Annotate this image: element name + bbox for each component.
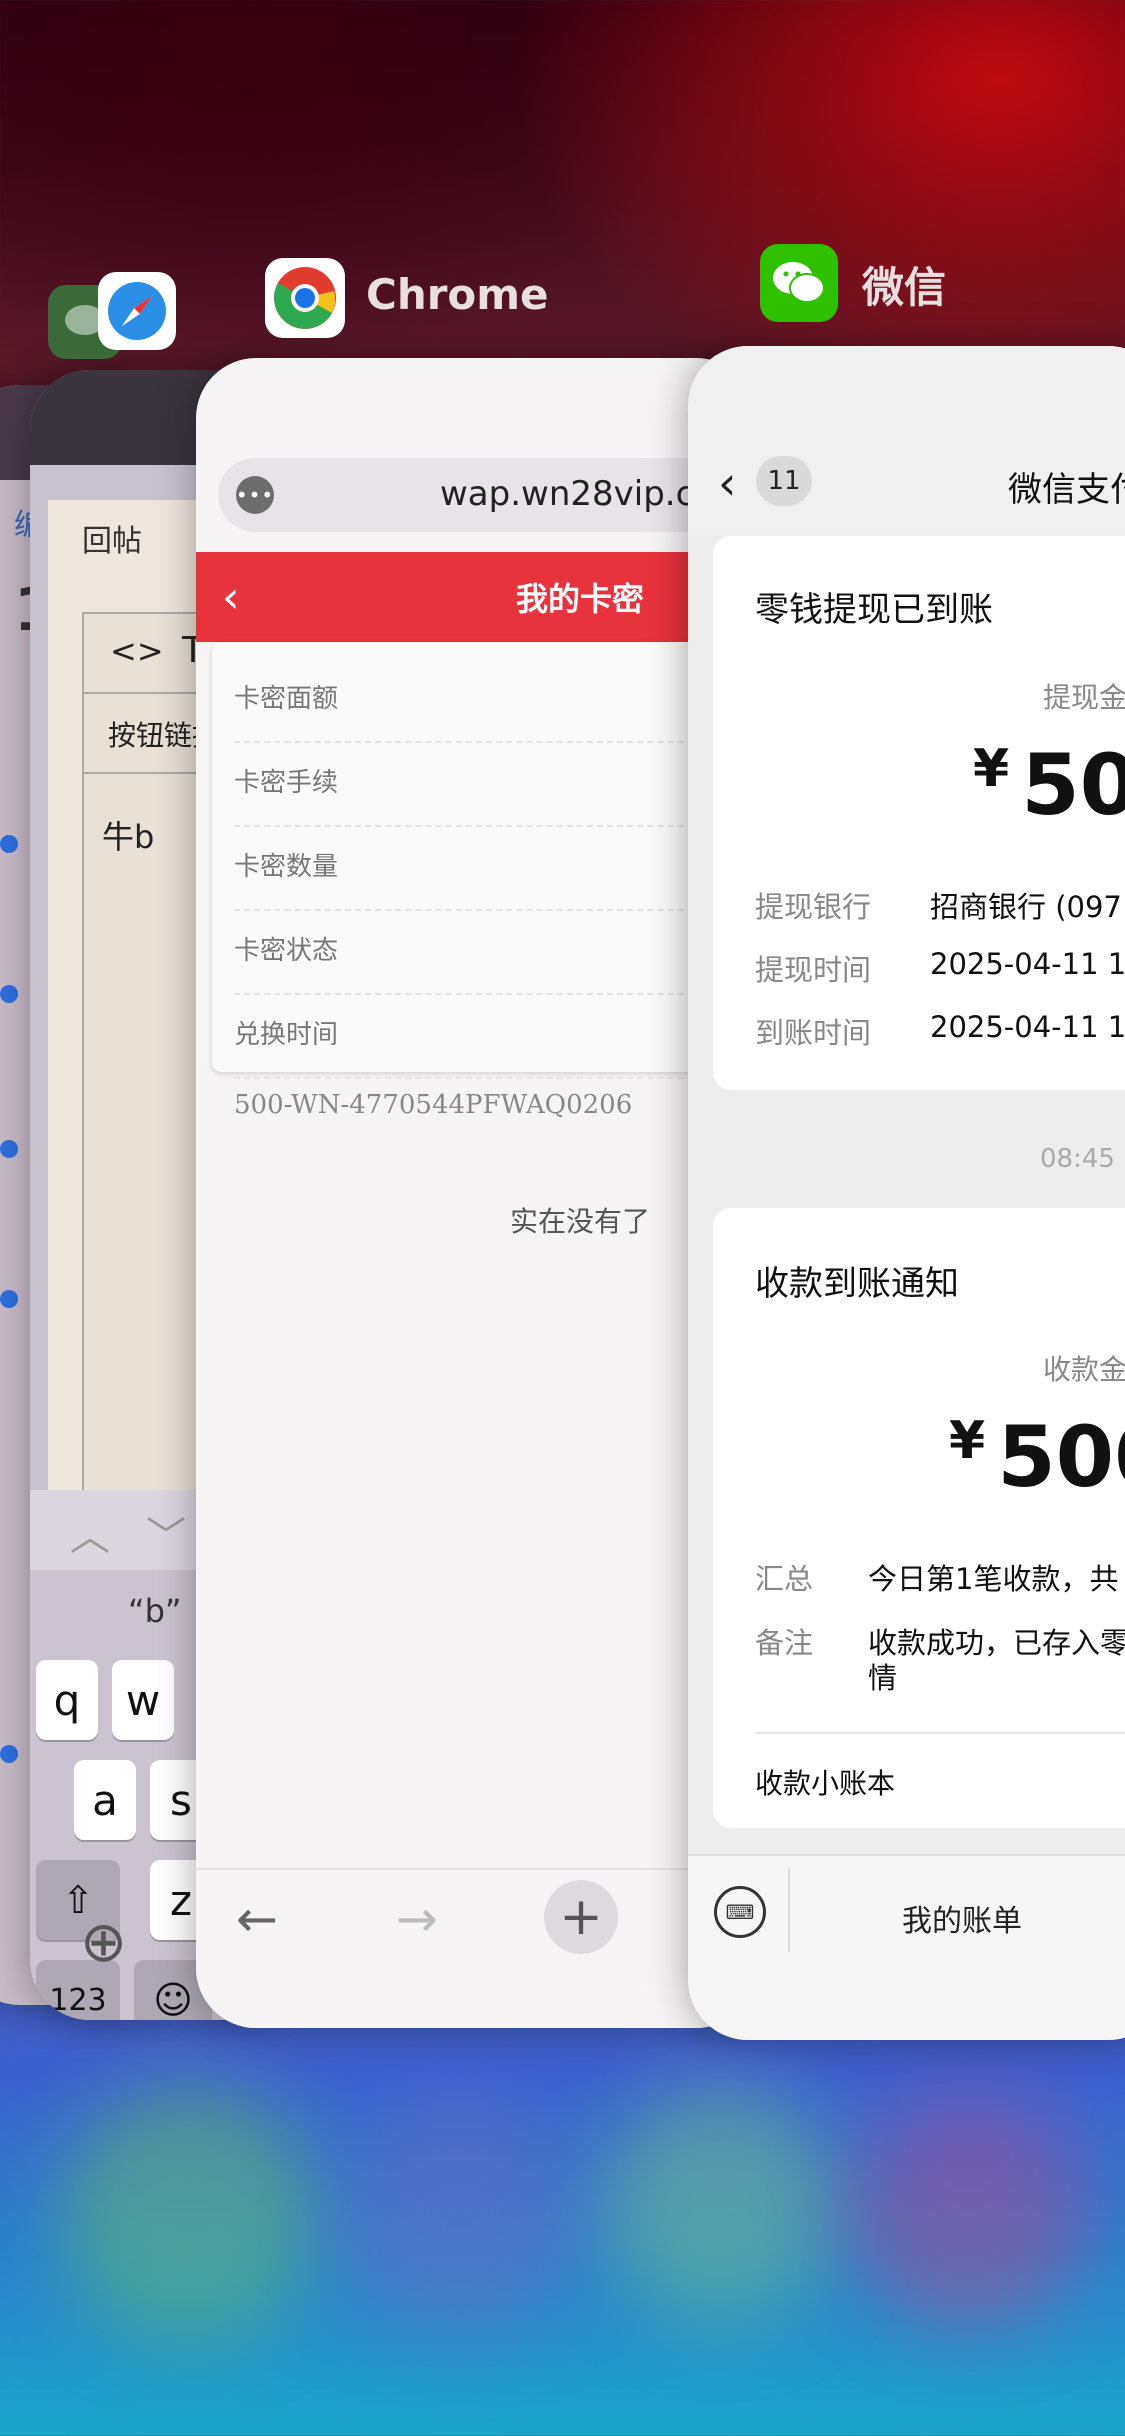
row-value: 2025-04-11 1 xyxy=(930,1010,1125,1044)
footer-divider xyxy=(788,1868,790,1952)
dot-marker xyxy=(0,1140,18,1158)
detail-row-quantity: 卡密数量 xyxy=(234,826,734,911)
wallpaper-blob xyxy=(60,2080,320,2340)
code-tag-icon[interactable]: <> xyxy=(110,632,164,670)
editor-body-text[interactable]: 牛b xyxy=(102,812,154,858)
url-text: wap.wn28vip.co xyxy=(440,474,716,514)
back-icon[interactable]: ‹ xyxy=(718,456,736,510)
withdraw-message[interactable]: 零钱提现已到账 提现金额 ¥50.8 提现银行 招商银行 (097 提现时间 2… xyxy=(713,536,1125,1090)
keyboard-icon[interactable]: ⌨ xyxy=(714,1886,766,1938)
dot-marker xyxy=(0,1290,18,1308)
page-title: 我的卡密 xyxy=(516,580,645,618)
row-label: 提现银行 xyxy=(755,890,872,924)
reply-tab[interactable]: 回帖 xyxy=(82,516,142,560)
dot-marker xyxy=(0,985,18,1003)
message-timestamp: 08:45 xyxy=(1040,1144,1115,1174)
wallpaper-blob xyxy=(850,2090,1090,2330)
dot-marker xyxy=(0,835,18,853)
wechat-app-icon[interactable] xyxy=(760,244,838,322)
detail-row-fee: 卡密手续 xyxy=(234,742,734,827)
unread-badge[interactable]: 11 xyxy=(756,456,812,506)
no-more-text: 实在没有了 xyxy=(510,1205,651,1238)
row-label: 到账时间 xyxy=(755,1016,872,1050)
key-w[interactable]: w xyxy=(112,1660,174,1740)
chat-title: 微信支付 xyxy=(1008,470,1125,510)
withdraw-amount: ¥50.8 xyxy=(973,736,1125,834)
back-arrow-icon[interactable]: ← xyxy=(236,1890,278,1948)
receipt-message[interactable]: 收款到账通知 收款金额 ¥500. 汇总 今日第1笔收款，共 备注 收款成功，已… xyxy=(713,1208,1125,1828)
wechat-app-label: 微信 xyxy=(862,263,947,312)
globe-icon[interactable]: ⊕ xyxy=(80,1910,127,1975)
forward-arrow-icon[interactable]: → xyxy=(396,1890,438,1948)
app-card-chrome[interactable]: ••• wap.wn28vip.co ‹ 我的卡密 卡密面额 卡密手续 卡密数量… xyxy=(196,358,756,2028)
back-icon[interactable]: ‹ xyxy=(222,572,240,623)
chrome-app-label: Chrome xyxy=(366,270,549,319)
withdraw-amount-label: 提现金额 xyxy=(1043,681,1125,714)
receipt-amount-label: 收款金额 xyxy=(1043,1353,1125,1386)
wechat-footer xyxy=(688,1854,1125,2040)
key-a[interactable]: a xyxy=(74,1760,136,1840)
dot-marker xyxy=(0,1745,18,1763)
new-tab-icon[interactable]: + xyxy=(544,1880,618,1954)
keyboard-suggestion[interactable]: “b” xyxy=(128,1592,181,1630)
page-header xyxy=(196,552,756,642)
receipt-amount: ¥500. xyxy=(949,1408,1125,1506)
wallpaper-blob xyxy=(600,2080,840,2320)
row-value: 情 xyxy=(868,1661,898,1695)
chevron-up-icon[interactable]: ︿ xyxy=(70,1504,110,1562)
browser-toolbar xyxy=(196,1868,756,2028)
ledger-link[interactable]: 收款小账本 xyxy=(755,1762,895,1802)
detail-row-status: 卡密状态 xyxy=(234,910,734,995)
row-value: 2025-04-11 1 xyxy=(930,947,1125,981)
wallpaper-blob xyxy=(340,2100,580,2340)
detail-row-redeem-time: 兑换时间 xyxy=(234,994,734,1079)
row-value: 今日第1笔收款，共 xyxy=(868,1562,1119,1596)
key-q[interactable]: q xyxy=(36,1660,98,1740)
row-value: 收款成功，已存入零 xyxy=(868,1626,1125,1660)
row-value: 招商银行 (097 xyxy=(930,890,1122,924)
row-label: 汇总 xyxy=(755,1562,814,1596)
chrome-app-icon[interactable] xyxy=(265,258,345,338)
row-label: 提现时间 xyxy=(755,953,872,987)
withdraw-heading: 零钱提现已到账 xyxy=(755,590,993,630)
app-card-wechat[interactable]: ‹ 11 微信支付 零钱提现已到账 提现金额 ¥50.8 提现银行 招商银行 (… xyxy=(688,346,1125,2040)
row-label: 备注 xyxy=(755,1626,814,1660)
more-options-icon[interactable]: ••• xyxy=(236,476,274,514)
my-bills-button[interactable]: 我的账单 xyxy=(902,1896,1022,1940)
card-code: 500-WN-4770544PFWAQ0206 xyxy=(234,1090,633,1120)
safari-app-icon[interactable] xyxy=(98,272,176,350)
divider xyxy=(755,1732,1125,1734)
chevron-down-icon[interactable]: ﹀ xyxy=(146,1504,186,1562)
receipt-heading: 收款到账通知 xyxy=(755,1264,959,1304)
detail-row-face-value: 卡密面额 xyxy=(234,658,734,743)
